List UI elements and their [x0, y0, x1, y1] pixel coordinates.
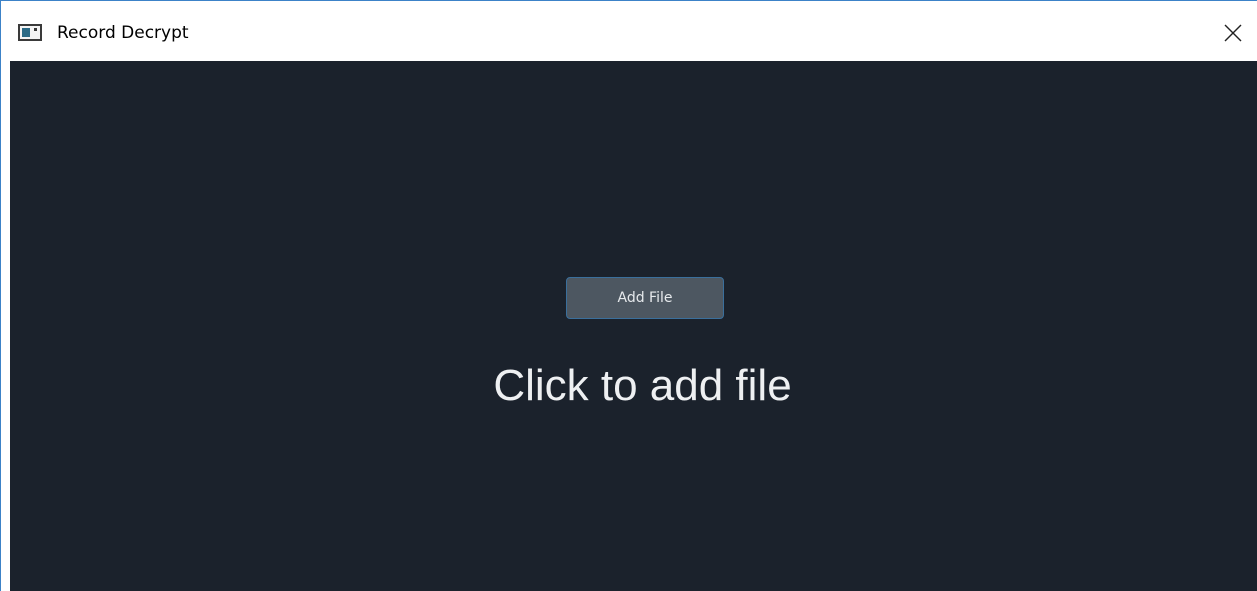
add-file-button[interactable]: Add File	[566, 277, 724, 319]
close-icon	[1224, 24, 1242, 42]
close-button[interactable]	[1209, 10, 1255, 56]
window-title: Record Decrypt	[57, 23, 189, 43]
app-icon-screen	[22, 28, 30, 37]
app-icon-dot	[34, 28, 37, 31]
add-file-hint: Click to add file	[493, 361, 792, 410]
title-bar[interactable]: Record Decrypt	[1, 1, 1257, 60]
app-window-icon	[18, 24, 42, 41]
app-window: Record Decrypt Add File Click to add fil…	[0, 0, 1257, 591]
drop-area[interactable]: Add File Click to add file	[10, 61, 1257, 591]
